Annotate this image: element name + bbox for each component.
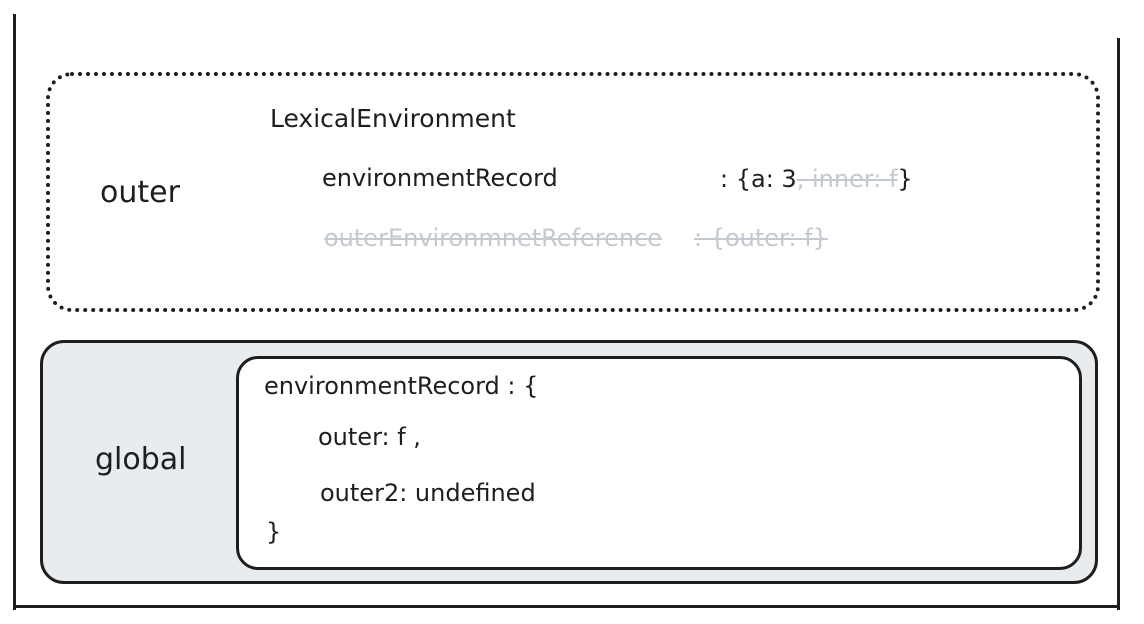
lexical-environment-title: LexicalEnvironment [270,104,516,133]
outer-reference-label: outerEnvironmnetReference [324,224,663,252]
outer-environment-record-label: environmentRecord [322,164,558,192]
global-record-open: environmentRecord : { [264,372,539,400]
outer-record-prefix: : {a: 3 [720,165,797,193]
global-context-label: global [95,442,187,477]
global-entry-outer: outer: f , [318,423,421,451]
call-stack-floor [13,605,1120,608]
outer-environment-record-value: : {a: 3, inner: f} [720,167,913,191]
outer-record-removed-inner: , inner: f [796,165,898,193]
global-record-close: } [266,518,282,546]
call-stack-left-wall [13,14,16,610]
outer-context-label: outer [100,175,180,210]
outer-record-suffix: } [897,165,913,193]
outer-reference-value: : {outer: f} [694,224,828,252]
outer-execution-context [46,72,1100,312]
call-stack-right-wall [1117,38,1120,610]
global-entry-outer2: outer2: undefined [320,479,536,507]
